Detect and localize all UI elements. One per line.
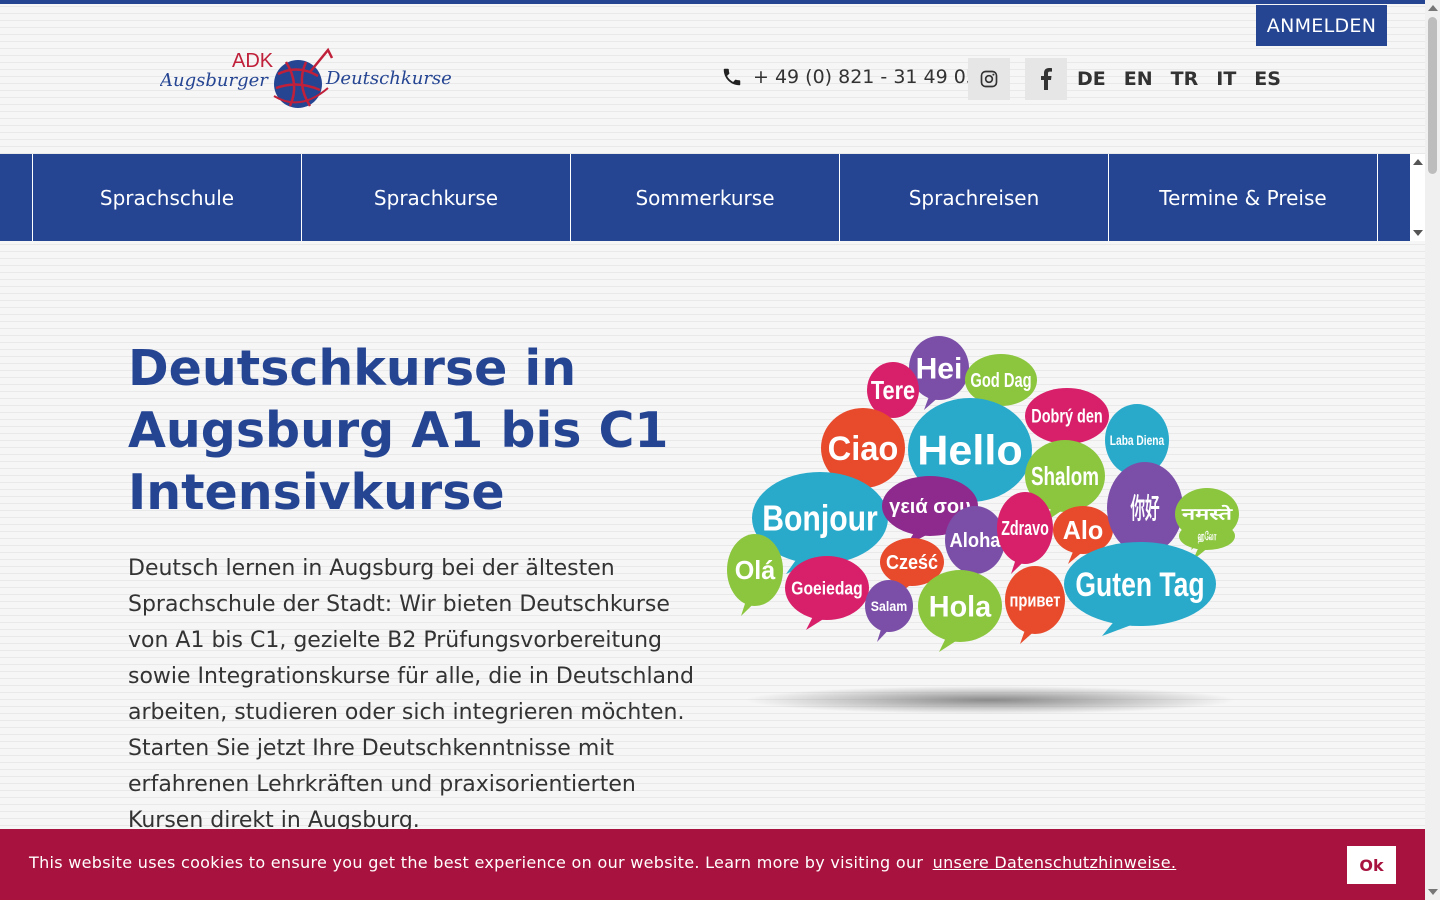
instagram-icon (980, 70, 998, 88)
bubble-greeting-text: Aloha (950, 530, 1002, 552)
bubble-greeting-text: Ciao (828, 430, 899, 468)
facebook-icon (1041, 68, 1052, 90)
intro-paragraph: Deutsch lernen in Augsburg bei der ältes… (128, 556, 694, 833)
scroll-down-icon[interactable] (1428, 889, 1438, 895)
bubble-greeting-text: Hello (917, 427, 1022, 474)
phone-contact[interactable]: + 49 (0) 821 - 31 49 05 (721, 63, 978, 91)
bubble-greeting-text: Tere (871, 375, 915, 405)
cookie-accept-button[interactable]: Ok (1347, 846, 1396, 884)
login-button[interactable]: ANMELDEN (1256, 5, 1387, 46)
facebook-link[interactable] (1025, 58, 1067, 100)
greeting-bubble: Salam (865, 580, 913, 642)
greeting-speech-bubbles-image: HeiTere God DagDobrý den Ciao Hello Laba Die… (727, 336, 1239, 714)
site-logo[interactable]: ADK Augsburger Deutschkurse (158, 44, 452, 116)
nav-scroll-up-icon[interactable] (1413, 159, 1423, 165)
nav-scroll-down-icon[interactable] (1413, 230, 1423, 236)
nav-scrollbar[interactable] (1410, 154, 1425, 241)
bubble-greeting-text: Shalom (1031, 461, 1099, 491)
lang-tr[interactable]: TR (1162, 68, 1208, 90)
page-title: Deutschkurse in Augsburg A1 bis C1 Inten… (128, 340, 669, 521)
bubble-greeting-text: ஹலோ (1198, 529, 1217, 544)
bubble-greeting-text: Goeiedag (791, 578, 862, 598)
cookie-message: This website uses cookies to ensure you … (29, 853, 1176, 872)
nav-item-sprachreisen[interactable]: Sprachreisen (840, 154, 1109, 241)
logo-left-word: Augsburger (160, 70, 269, 91)
cookie-text: This website uses cookies to ensure you … (29, 853, 924, 872)
instagram-link[interactable] (968, 58, 1010, 100)
page-scrollbar[interactable] (1425, 0, 1440, 900)
bubble-greeting-text: Dobrý den (1031, 407, 1102, 428)
bubble-greeting-text: Olá (735, 555, 776, 585)
greeting-bubble: Guten Tag (1064, 542, 1216, 636)
language-switcher: DE EN TR IT ES (1068, 66, 1290, 92)
nav-item-sprachschule[interactable]: Sprachschule (33, 154, 302, 241)
nav-item-sommerkurse[interactable]: Sommerkurse (571, 154, 840, 241)
lang-es[interactable]: ES (1245, 68, 1290, 90)
greeting-bubble: привет (1005, 566, 1065, 644)
lang-it[interactable]: IT (1207, 68, 1245, 90)
nav-item-termine-preise[interactable]: Termine & Preise (1109, 154, 1378, 241)
privacy-policy-link[interactable]: unsere Datenschutzhinweise. (933, 853, 1177, 872)
bubble-greeting-text: Cześć (886, 552, 938, 574)
bubble-greeting-text: Guten Tag (1075, 566, 1204, 604)
bubble-greeting-text: 你好 (1130, 493, 1160, 524)
bubble-greeting-text: Hola (929, 591, 992, 624)
bubble-greeting-text: God Dag (970, 370, 1031, 392)
nav-leading-spacer (0, 154, 33, 241)
cookie-banner: This website uses cookies to ensure you … (0, 829, 1425, 900)
logo-right-word: Deutschkurse (325, 68, 452, 89)
lang-en[interactable]: EN (1115, 68, 1162, 90)
bubble-greeting-text: Bonjour (762, 498, 878, 539)
scroll-up-icon[interactable] (1428, 5, 1438, 11)
bubble-greeting-text: Salam (871, 598, 907, 614)
logo-abbr: ADK (232, 50, 274, 72)
bubble-greeting-text: नमस्ते (1181, 505, 1234, 524)
greeting-bubble: Goeiedag (785, 556, 869, 630)
greeting-bubble: Olá (727, 534, 783, 616)
lang-de[interactable]: DE (1068, 68, 1115, 90)
bubble-greeting-text: Alo (1063, 515, 1104, 545)
bubble-greeting-text: Laba Diena (1110, 432, 1165, 448)
top-accent-bar (0, 0, 1425, 4)
greeting-bubble: Zdravo (997, 492, 1053, 574)
bubble-greeting-text: привет (1010, 590, 1061, 610)
phone-number[interactable]: + 49 (0) 821 - 31 49 05 (753, 66, 978, 88)
phone-icon (723, 68, 741, 86)
greeting-bubble: Hola (918, 570, 1002, 652)
logo-graphic: ADK Augsburger Deutschkurse (158, 47, 452, 108)
nav-item-sprachkurse[interactable]: Sprachkurse (302, 154, 571, 241)
main-navigation: Sprachschule Sprachkurse Sommerkurse Spr… (0, 154, 1410, 241)
bubble-greeting-text: Hei (916, 353, 963, 386)
scrollbar-thumb[interactable] (1428, 17, 1437, 174)
bubble-greeting-text: Zdravo (1001, 518, 1049, 540)
